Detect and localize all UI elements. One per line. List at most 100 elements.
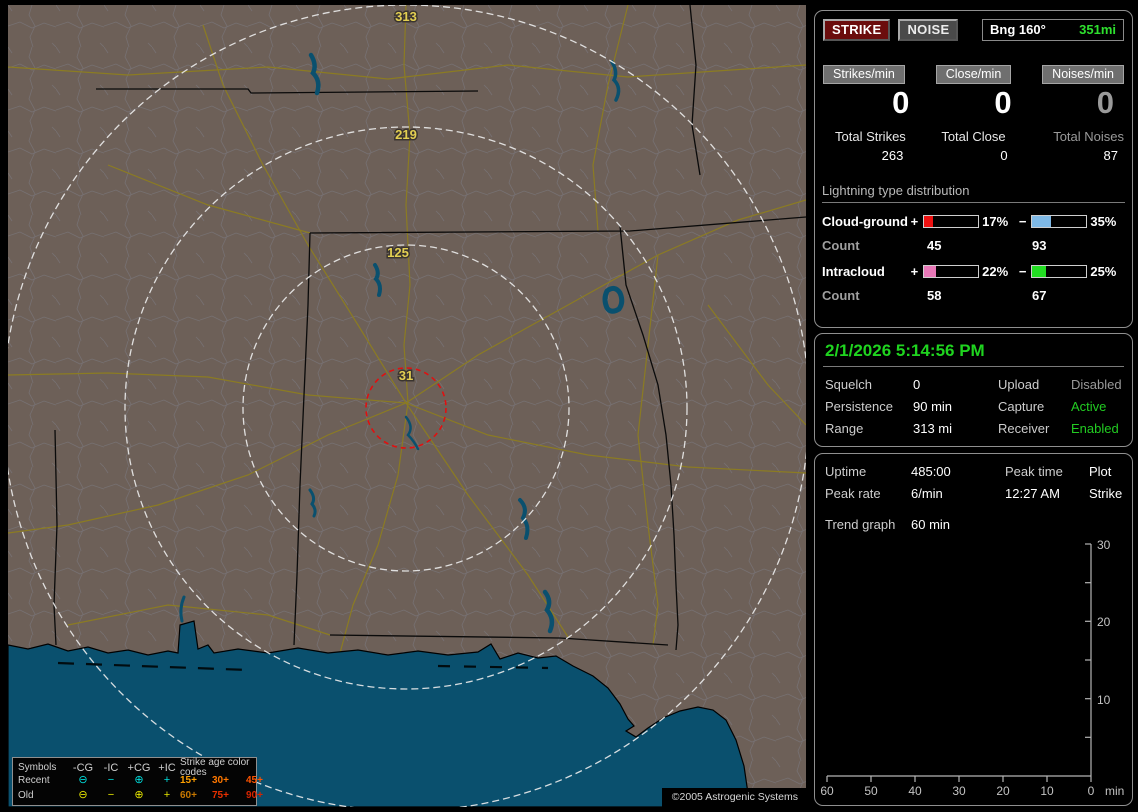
y-tick-20: 20 <box>1097 615 1111 629</box>
minus-sign: − <box>1018 264 1027 280</box>
session-panel: Uptime 485:00 Peak time Plot Peak rate 6… <box>814 453 1133 806</box>
total-strikes-label: Total Strikes <box>835 129 906 145</box>
peak-time-value: 12:27 AM <box>1005 486 1060 501</box>
bearing-label: Bng 160° <box>990 22 1046 37</box>
ic-positive-bar <box>923 265 980 279</box>
plus-sign: + <box>910 214 919 230</box>
persistence-label: Persistence <box>825 399 893 414</box>
cg-positive-bar <box>923 215 980 229</box>
noises-per-min-chip[interactable]: Noises/min <box>1042 65 1124 84</box>
plot-label: Plot <box>1089 464 1112 479</box>
receiver-label: Receiver <box>998 421 1050 436</box>
x-tick-20: 20 <box>996 784 1010 798</box>
x-axis-unit: min <box>1105 784 1124 798</box>
cg-negative-pct: 35% <box>1090 214 1117 230</box>
close-per-min-value: 0 <box>994 85 1012 120</box>
ic-positive-count: 58 <box>927 288 942 304</box>
total-close-value: 0 <box>1000 148 1008 164</box>
x-tick-30: 30 <box>952 784 966 798</box>
strikes-per-min-value: 0 <box>892 85 910 120</box>
squelch-value: 0 <box>913 377 921 392</box>
map-canvas: 313 219 125 31 <box>8 5 806 807</box>
strike-button[interactable]: STRIKE <box>823 19 891 41</box>
upload-label: Upload <box>998 377 1040 392</box>
recent-ncg-icon: ⊖ <box>78 774 88 786</box>
x-tick-60: 60 <box>820 784 834 798</box>
ic-negative-count: 67 <box>1032 288 1047 304</box>
total-noises-value: 87 <box>1103 148 1118 164</box>
ic-positive-pct: 22% <box>982 264 1009 280</box>
intracloud-label: Intracloud <box>822 264 885 280</box>
plot-mode-value: Strike <box>1089 486 1123 501</box>
bearing-readout: Bng 160° 351mi <box>982 19 1124 41</box>
age-45: 45+ <box>246 774 263 786</box>
legend-header-row: Symbols -CG -IC +CG +IC Strike age color… <box>13 758 256 778</box>
x-tick-0: 0 <box>1088 784 1095 798</box>
cg-negative-bar <box>1031 215 1088 229</box>
age-75: 75+ <box>212 789 229 801</box>
total-close-label: Total Close <box>941 129 1006 145</box>
uptime-label: Uptime <box>825 464 867 479</box>
intracloud-row: Intracloud + 22% − 25% <box>822 264 1125 279</box>
persistence-value: 90 min <box>913 399 953 414</box>
capture-status: Active <box>1071 399 1107 414</box>
ic-count-label: Count <box>822 288 860 304</box>
range-label: Range <box>825 421 864 436</box>
total-strikes-value: 263 <box>881 148 904 164</box>
legend-old-row: Old ⊖ − ⊕ + 60+ 75+ 90+ <box>13 788 263 803</box>
strikes-per-min-chip[interactable]: Strikes/min <box>823 65 905 84</box>
trend-graph-label: Trend graph <box>825 517 896 532</box>
cloud-ground-label: Cloud-ground <box>822 214 908 230</box>
strike-stats-panel: STRIKE NOISE Bng 160° 351mi Strikes/min … <box>814 10 1133 328</box>
copyright-notice: ©2005 Astrogenic Systems <box>661 788 806 807</box>
close-per-min-chip[interactable]: Close/min <box>935 65 1012 84</box>
map-legend: Symbols -CG -IC +CG +IC Strike age color… <box>12 757 263 806</box>
squelch-label: Squelch <box>825 377 872 392</box>
minus-sign: − <box>1018 214 1027 230</box>
capture-label: Capture <box>998 399 1045 414</box>
bearing-distance: 351mi <box>1079 22 1116 37</box>
range-value: 313 mi <box>913 421 953 436</box>
uptime-value: 485:00 <box>911 464 951 479</box>
ring-label-313: 313 <box>395 9 417 24</box>
legend-col-ncg: -CG <box>72 761 94 774</box>
distribution-title: Lightning type distribution <box>822 183 1125 204</box>
peak-time-label: Peak time <box>1005 464 1063 479</box>
y-tick-30: 30 <box>1097 538 1111 552</box>
ic-negative-pct: 25% <box>1090 264 1117 280</box>
receiver-status: Enabled <box>1071 421 1119 436</box>
old-pcg-icon: ⊕ <box>134 789 144 801</box>
total-noises-label: Total Noises <box>1053 129 1124 145</box>
recent-pic-icon: + <box>163 774 171 786</box>
ring-label-219: 219 <box>395 127 417 142</box>
x-tick-10: 10 <box>1040 784 1054 798</box>
age-60: 60+ <box>180 789 197 801</box>
peak-rate-value: 6/min <box>911 486 943 501</box>
cg-positive-pct: 17% <box>982 214 1009 230</box>
legend-recent-row: Recent ⊖ − ⊕ + 15+ 30+ 45+ <box>13 773 263 788</box>
legend-old-label: Old <box>18 789 34 801</box>
ic-count-row: Count 58 67 <box>822 288 1125 303</box>
legend-recent-label: Recent <box>18 774 50 786</box>
x-tick-40: 40 <box>908 784 922 798</box>
legend-symbols-header: Symbols <box>18 762 57 773</box>
cg-count-label: Count <box>822 238 860 254</box>
datetime-display: 2/1/2026 5:14:56 PM <box>823 341 1124 367</box>
ic-negative-bar <box>1031 265 1088 279</box>
upload-status: Disabled <box>1071 377 1122 392</box>
peak-rate-label: Peak rate <box>825 486 881 501</box>
cg-count-row: Count 45 93 <box>822 238 1125 253</box>
x-tick-50: 50 <box>864 784 878 798</box>
plus-sign: + <box>910 264 919 280</box>
old-ncg-icon: ⊖ <box>78 789 88 801</box>
legend-col-pcg: +CG <box>127 761 151 774</box>
recent-nic-icon: − <box>107 774 115 786</box>
noises-per-min-value: 0 <box>1096 85 1114 120</box>
cg-positive-count: 45 <box>927 238 942 254</box>
age-15: 15+ <box>180 774 197 786</box>
lightning-map[interactable]: 313 219 125 31 Symbols -CG -IC +CG +IC S… <box>8 5 806 807</box>
y-tick-10: 10 <box>1097 693 1111 707</box>
noise-button[interactable]: NOISE <box>898 19 959 41</box>
legend-col-pic: +IC <box>158 761 176 774</box>
cloud-ground-row: Cloud-ground + 17% − 35% <box>822 214 1125 229</box>
